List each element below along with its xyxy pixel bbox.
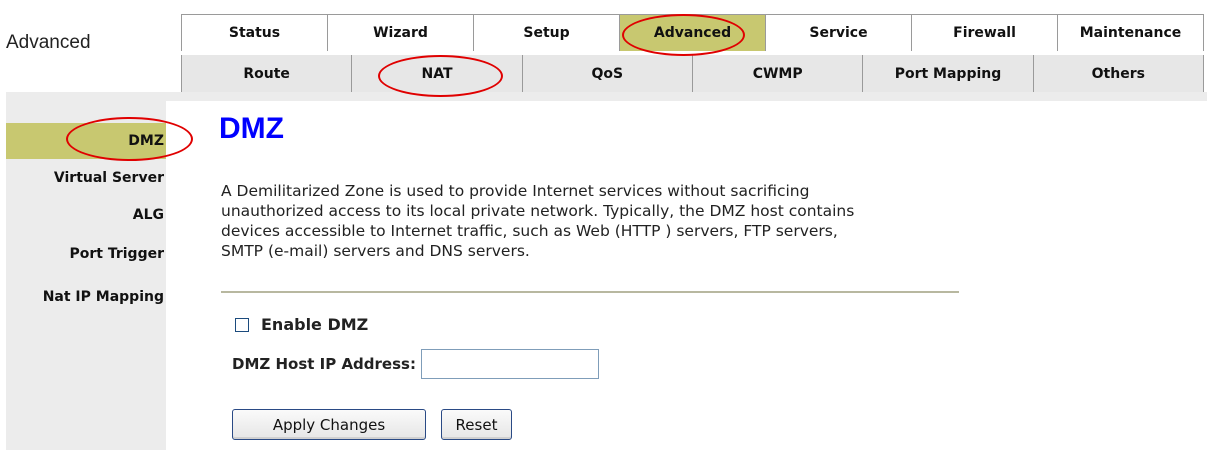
reset-button[interactable]: Reset xyxy=(441,409,512,440)
sub-nav-nat[interactable]: NAT xyxy=(351,55,523,92)
description-line: unauthorized access to its local private… xyxy=(221,202,855,220)
sub-nav-port-mapping[interactable]: Port Mapping xyxy=(862,55,1034,92)
sub-nav-qos[interactable]: QoS xyxy=(521,55,693,92)
top-nav: Status Wizard Setup Advanced Service Fir… xyxy=(181,14,1204,51)
description-text: A Demilitarized Zone is used to provide … xyxy=(221,181,961,261)
top-nav-status[interactable]: Status xyxy=(181,14,328,51)
description-line: devices accessible to Internet traffic, … xyxy=(221,222,838,240)
sidebar-item-virtual-server[interactable]: Virtual Server xyxy=(6,160,166,196)
enable-dmz-checkbox[interactable] xyxy=(235,317,249,332)
sidebar-item-dmz[interactable]: DMZ xyxy=(6,123,166,159)
top-nav-advanced[interactable]: Advanced xyxy=(619,14,766,51)
sidebar-item-nat-ip-mapping[interactable]: Nat IP Mapping xyxy=(6,279,166,315)
sub-nav-cwmp[interactable]: CWMP xyxy=(691,55,864,92)
section-title: Advanced xyxy=(6,32,91,53)
description-line: A Demilitarized Zone is used to provide … xyxy=(221,182,810,200)
sidebar: DMZ Virtual Server ALG Port Trigger Nat … xyxy=(6,101,166,450)
sub-nav-others[interactable]: Others xyxy=(1032,55,1204,92)
sub-nav: Route NAT QoS CWMP Port Mapping Others xyxy=(181,55,1204,92)
top-nav-maintenance[interactable]: Maintenance xyxy=(1057,14,1204,51)
enable-dmz-row: Enable DMZ xyxy=(235,315,368,334)
description-line: SMTP (e-mail) servers and DNS servers. xyxy=(221,242,530,260)
sidebar-item-alg[interactable]: ALG xyxy=(6,197,166,233)
host-ip-label: DMZ Host IP Address: xyxy=(232,355,416,373)
host-ip-input[interactable] xyxy=(420,349,599,379)
header-separator-strip xyxy=(6,92,1207,101)
top-nav-service[interactable]: Service xyxy=(765,14,912,51)
sidebar-item-port-trigger[interactable]: Port Trigger xyxy=(6,236,166,272)
apply-changes-button[interactable]: Apply Changes xyxy=(232,409,426,440)
enable-dmz-label: Enable DMZ xyxy=(261,315,369,334)
section-divider xyxy=(221,291,959,293)
top-nav-firewall[interactable]: Firewall xyxy=(911,14,1058,51)
page-title: DMZ xyxy=(219,112,284,145)
top-nav-setup[interactable]: Setup xyxy=(473,14,620,51)
host-ip-row: DMZ Host IP Address: xyxy=(232,349,599,379)
top-nav-wizard[interactable]: Wizard xyxy=(327,14,474,51)
sub-nav-route[interactable]: Route xyxy=(181,55,353,92)
